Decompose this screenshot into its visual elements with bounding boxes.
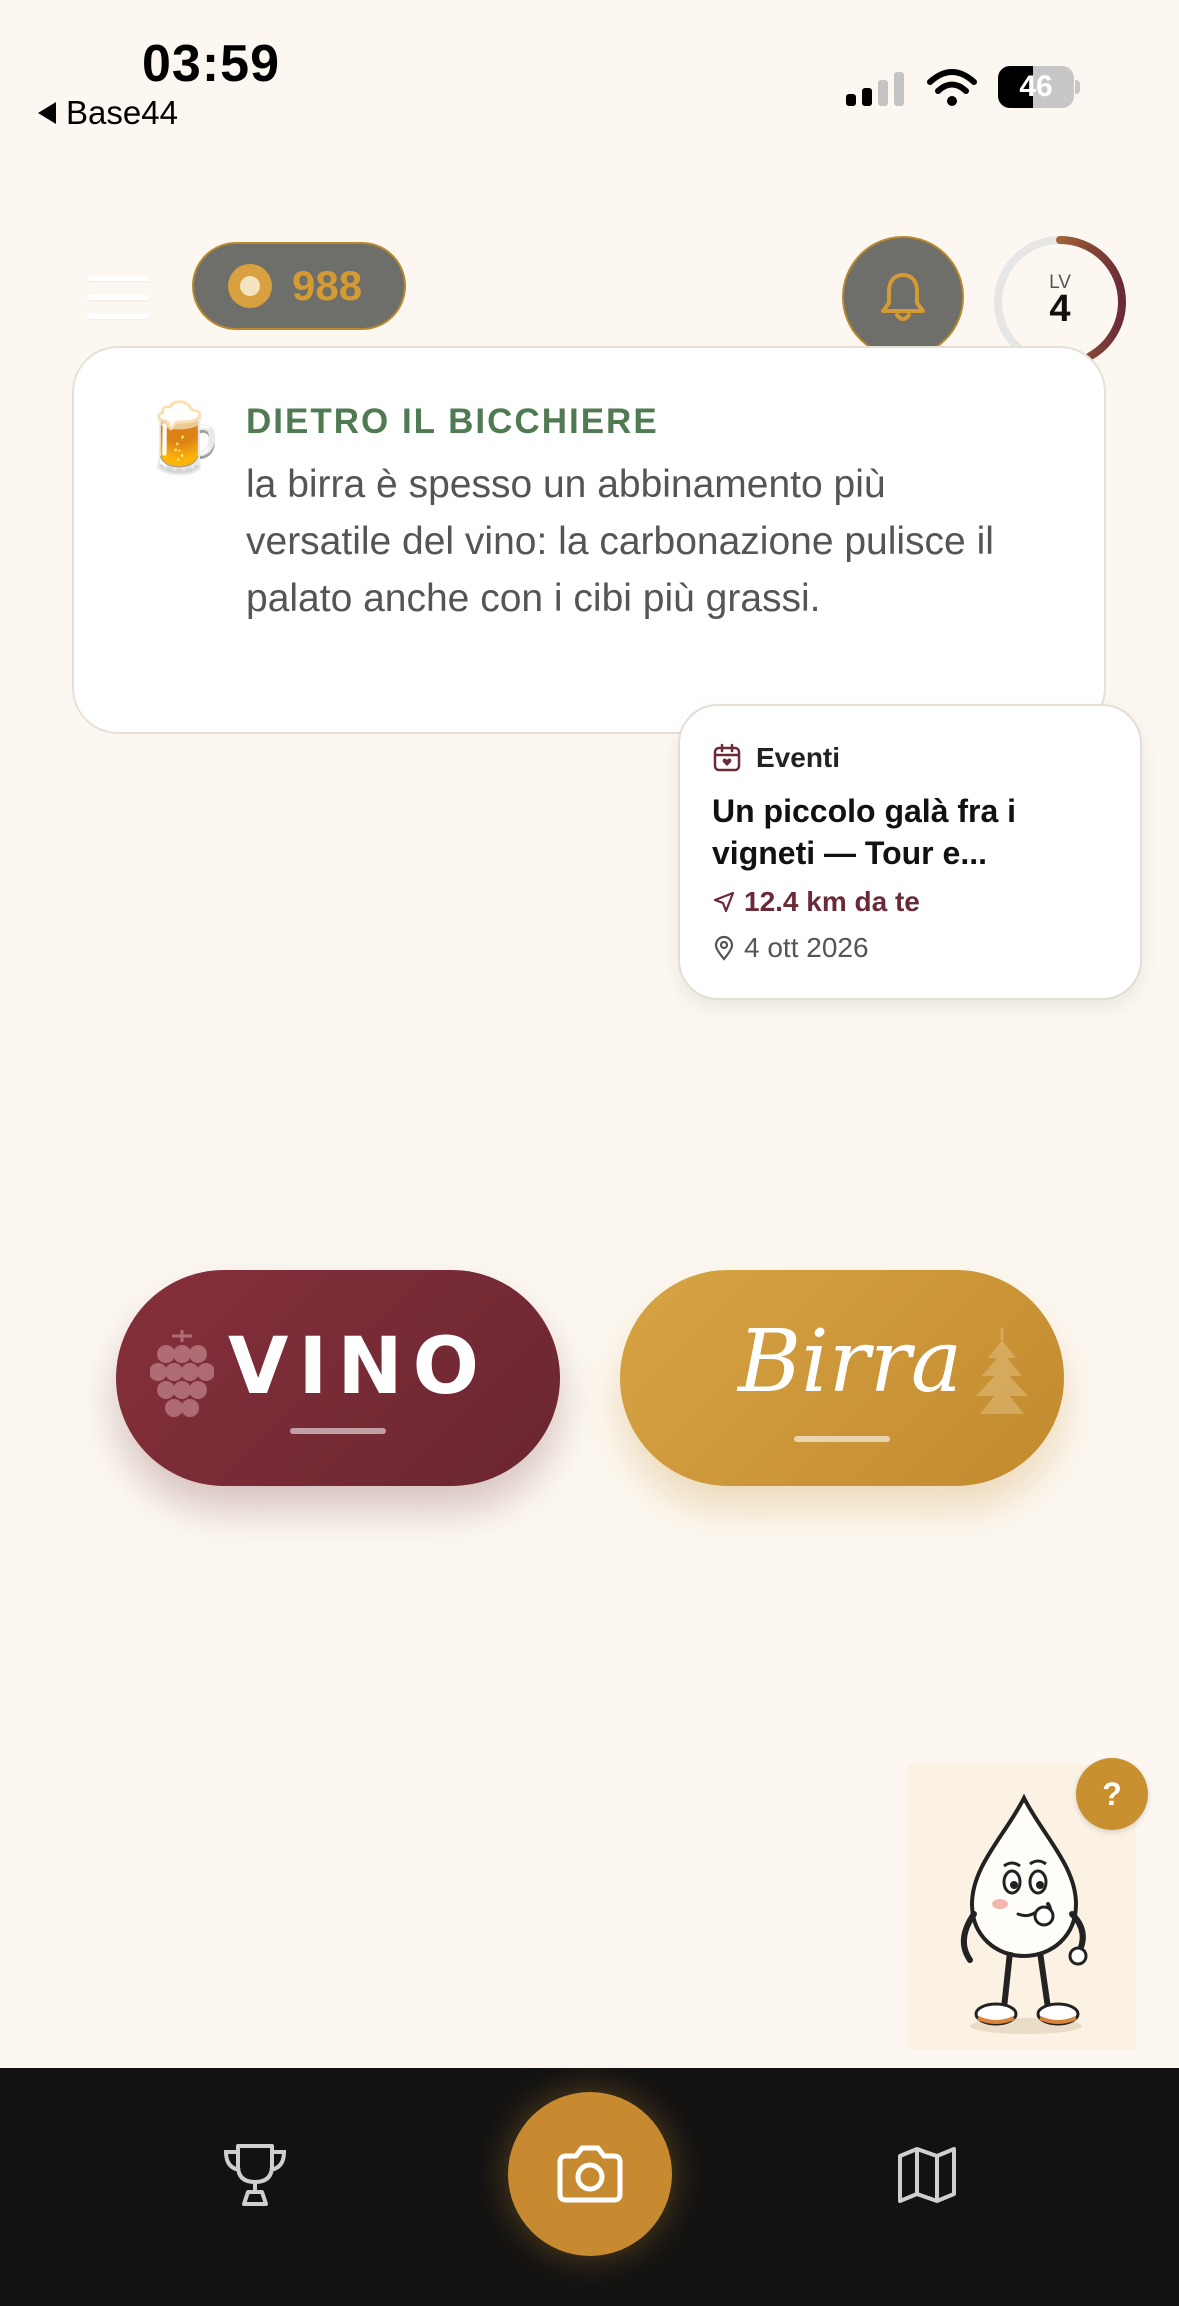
grapes-icon [150, 1330, 214, 1417]
birra-underline [794, 1436, 890, 1442]
event-category-label: Eventi [756, 742, 841, 773]
battery-indicator: 46 [998, 66, 1080, 108]
birra-label: Birra [738, 1312, 963, 1412]
calendar-icon [713, 743, 741, 772]
location-pin-icon [714, 935, 734, 961]
help-button[interactable]: ? [1076, 1758, 1148, 1830]
coin-balance[interactable]: 988 [192, 242, 406, 330]
cellular-signal-icon [846, 72, 904, 106]
back-app-label: Base44 [66, 94, 178, 131]
event-category: Eventi [712, 742, 840, 774]
vino-underline [290, 1428, 386, 1434]
hops-icon [976, 1328, 1028, 1414]
wifi-icon [927, 69, 977, 106]
navigation-icon [713, 891, 735, 913]
battery-percent: 46 [1019, 70, 1053, 103]
beer-mug-icon: 🍺 [140, 400, 225, 476]
back-to-app-link[interactable]: Base44 [38, 94, 178, 132]
level-value: 4 [1049, 288, 1071, 330]
event-card[interactable]: Eventi Un piccolo galà fra i vigneti — T… [678, 704, 1142, 1000]
map-icon[interactable] [896, 2144, 958, 2206]
camera-scan-button[interactable] [508, 2092, 672, 2256]
trophy-icon[interactable] [220, 2142, 290, 2208]
camera-icon [557, 2145, 623, 2203]
tip-card[interactable]: 🍺 DIETRO IL BICCHIERE la birra è spesso … [72, 346, 1106, 734]
tip-title: DIETRO IL BICCHIERE [246, 402, 659, 441]
event-distance-label: 12.4 km da te [744, 886, 920, 917]
bell-icon [881, 273, 925, 321]
notifications-button[interactable] [842, 236, 964, 358]
event-title: Un piccolo galà fra i vigneti — Tour e..… [712, 793, 1017, 871]
event-date-label: 4 ott 2026 [744, 932, 869, 963]
vino-button[interactable]: VINO [116, 1270, 560, 1486]
menu-icon[interactable] [88, 276, 150, 324]
coin-count: 988 [292, 262, 363, 309]
vino-label: VINO [228, 1322, 489, 1412]
back-arrow-icon [38, 102, 56, 124]
event-distance: 12.4 km da te [712, 886, 920, 918]
event-date: 4 ott 2026 [712, 932, 869, 964]
status-time: 03:59 [142, 35, 280, 93]
coin-icon [228, 264, 272, 308]
tip-text: la birra è spesso un abbinamento più ver… [246, 463, 994, 620]
birra-button[interactable]: Birra [620, 1270, 1064, 1486]
